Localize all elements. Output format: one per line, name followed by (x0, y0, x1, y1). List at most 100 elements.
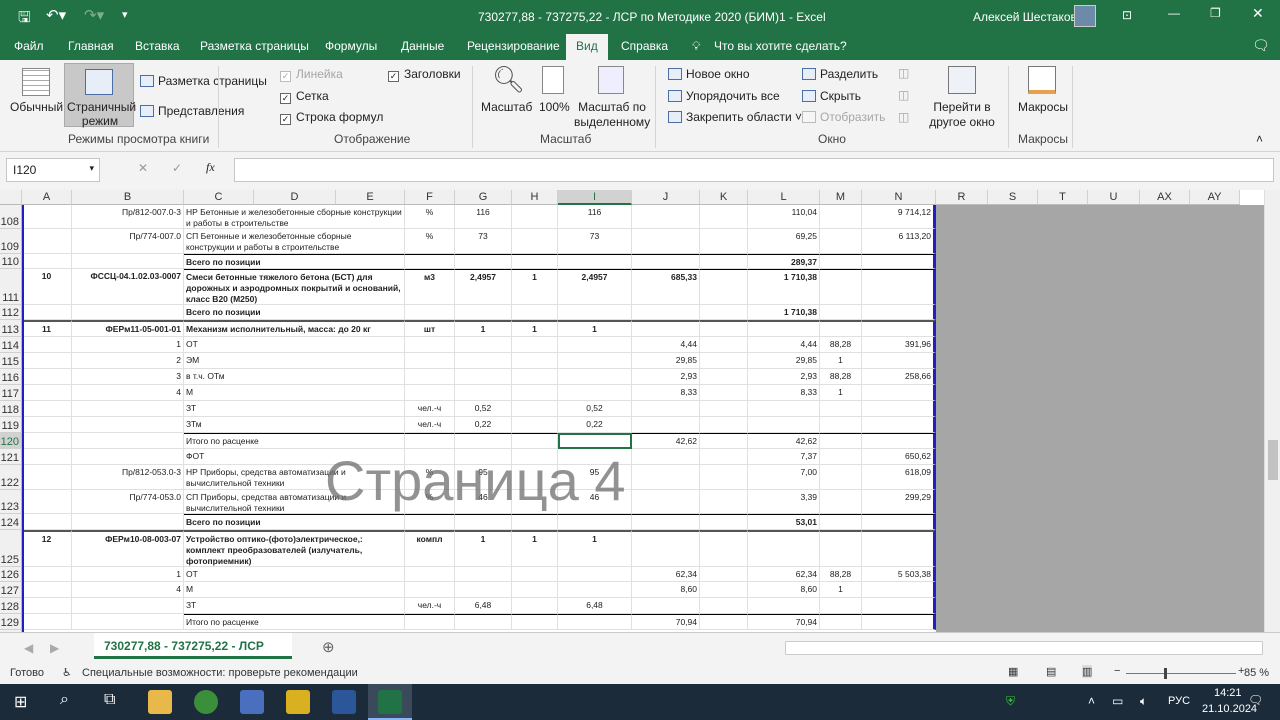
cell-F119[interactable]: чел.-ч (405, 417, 455, 433)
cell-A122[interactable] (22, 465, 72, 490)
tab-review[interactable]: Рецензирование (467, 39, 560, 53)
cell-A120[interactable] (22, 433, 72, 449)
cell-M113[interactable] (820, 320, 862, 337)
column-header-I[interactable]: I (558, 190, 632, 205)
unhide-button[interactable]: Отобразить (802, 110, 885, 124)
cell-M128[interactable] (820, 598, 862, 614)
cell-A111[interactable]: 10 (22, 269, 72, 305)
row-header[interactable]: 111 (0, 269, 22, 305)
cell-K120[interactable] (700, 433, 748, 449)
cell-N108[interactable]: 9 714,12 (862, 205, 936, 229)
tab-home[interactable]: Главная (68, 39, 114, 53)
column-header-R[interactable]: R (936, 190, 988, 205)
security-icon[interactable]: ⛨ (1006, 694, 1015, 709)
cell-K113[interactable] (700, 320, 748, 337)
column-header-C[interactable]: C (184, 190, 254, 205)
cell-J125[interactable] (632, 530, 700, 567)
cell-F120[interactable] (405, 433, 455, 449)
cell-I125[interactable]: 1 (558, 530, 632, 567)
cell-H110[interactable] (512, 254, 558, 269)
macros-button[interactable]: Макросы (1018, 100, 1068, 114)
column-header-N[interactable]: N (862, 190, 936, 205)
cell-L113[interactable] (748, 320, 820, 337)
column-header-E[interactable]: E (336, 190, 405, 205)
tab-page-layout[interactable]: Разметка страницы (200, 39, 309, 53)
cell-H115[interactable] (512, 353, 558, 369)
cell-N121[interactable]: 650,62 (862, 449, 936, 465)
row-header[interactable]: 109 (0, 229, 22, 254)
cell-N111[interactable] (862, 269, 936, 305)
column-header-K[interactable]: K (700, 190, 748, 205)
cell-A126[interactable] (22, 567, 72, 582)
user-name[interactable]: Алексей Шестаков (973, 10, 1077, 24)
cell-A115[interactable] (22, 353, 72, 369)
cell-F109[interactable]: % (405, 229, 455, 254)
cell-L120[interactable]: 42,62 (748, 433, 820, 449)
cell-J124[interactable] (632, 514, 700, 530)
save-icon[interactable]: 🖫 (18, 7, 31, 32)
cell-L121[interactable]: 7,37 (748, 449, 820, 465)
cell-G120[interactable] (455, 433, 512, 449)
sheet-tab-active[interactable]: 730277,88 - 737275,22 - ЛСР (94, 633, 292, 659)
tell-me-input[interactable]: Что вы хотите сделать? (714, 39, 847, 53)
cell-A124[interactable] (22, 514, 72, 530)
column-header-T[interactable]: T (1038, 190, 1088, 205)
cell-K129[interactable] (700, 614, 748, 630)
cell-C125[interactable]: Устройство оптико-(фото)электрическое,: … (184, 530, 405, 567)
cell-I120[interactable] (558, 433, 632, 449)
cell-K108[interactable] (700, 205, 748, 229)
cell-G108[interactable]: 116 (455, 205, 512, 229)
column-header-H[interactable]: H (512, 190, 558, 205)
cancel-icon[interactable]: ✕ (138, 161, 148, 175)
cell-L124[interactable]: 53,01 (748, 514, 820, 530)
page-layout-view-button[interactable]: Разметка страницы (140, 74, 267, 88)
cell-H118[interactable] (512, 401, 558, 417)
tab-help[interactable]: Справка (621, 39, 668, 53)
cell-M115[interactable]: 1 (820, 353, 862, 369)
cell-K114[interactable] (700, 337, 748, 353)
avatar[interactable] (1074, 5, 1096, 27)
cell-H124[interactable] (512, 514, 558, 530)
cell-I110[interactable] (558, 254, 632, 269)
cell-M119[interactable] (820, 417, 862, 433)
cell-G110[interactable] (455, 254, 512, 269)
cell-I126[interactable] (558, 567, 632, 582)
cell-M117[interactable]: 1 (820, 385, 862, 401)
sync-scroll-icon[interactable]: ◫ (898, 88, 909, 102)
cell-K126[interactable] (700, 567, 748, 582)
cell-M125[interactable] (820, 530, 862, 567)
cell-A108[interactable] (22, 205, 72, 229)
cell-L126[interactable]: 62,34 (748, 567, 820, 582)
column-header-M[interactable]: M (820, 190, 862, 205)
cell-G129[interactable] (455, 614, 512, 630)
gridlines-checkbox[interactable]: ✓ Сетка (280, 89, 329, 104)
cell-K121[interactable] (700, 449, 748, 465)
cell-C120[interactable]: Итого по расценке (184, 433, 405, 449)
cell-K119[interactable] (700, 417, 748, 433)
cell-G126[interactable] (455, 567, 512, 582)
cell-J129[interactable]: 70,94 (632, 614, 700, 630)
cell-I108[interactable]: 116 (558, 205, 632, 229)
language-indicator[interactable]: РУС (1168, 695, 1190, 707)
cell-F108[interactable]: % (405, 205, 455, 229)
hide-button[interactable]: Скрыть (802, 89, 861, 103)
cell-H119[interactable] (512, 417, 558, 433)
app-icon-2[interactable] (286, 690, 310, 714)
freeze-panes-button[interactable]: Закрепить области ˅ (668, 110, 802, 124)
tab-formulas[interactable]: Формулы (325, 39, 377, 53)
row-header[interactable]: 118 (0, 401, 22, 417)
cell-M120[interactable] (820, 433, 862, 449)
cell-B110[interactable] (72, 254, 184, 269)
cell-H125[interactable]: 1 (512, 530, 558, 567)
page-break-view-button[interactable]: Страничный режим (64, 63, 136, 128)
cell-N119[interactable] (862, 417, 936, 433)
cell-M127[interactable]: 1 (820, 582, 862, 598)
cell-B117[interactable]: 4 (72, 385, 184, 401)
page-break-line[interactable] (22, 205, 24, 632)
cell-C126[interactable]: ОТ (184, 567, 405, 582)
cell-B123[interactable]: Пр/774-053.0 (72, 490, 184, 514)
cell-K118[interactable] (700, 401, 748, 417)
cell-B124[interactable] (72, 514, 184, 530)
column-header-AX[interactable]: AX (1140, 190, 1190, 205)
cell-L112[interactable]: 1 710,38 (748, 305, 820, 320)
